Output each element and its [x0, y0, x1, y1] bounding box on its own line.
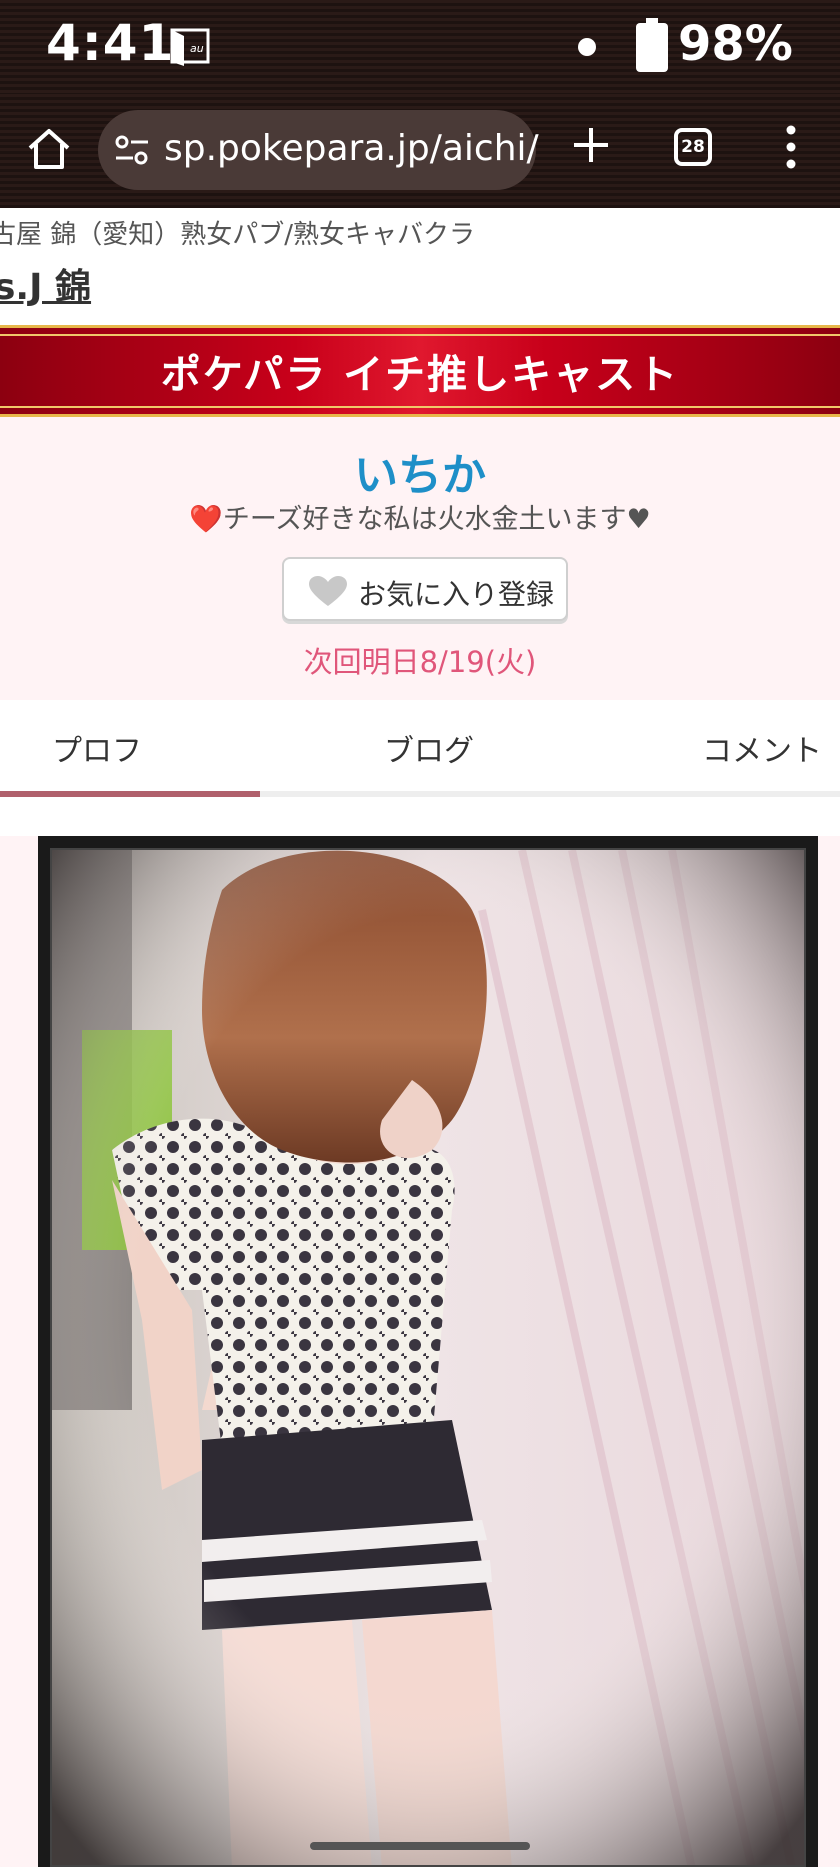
site-settings-icon[interactable]: [114, 132, 150, 168]
status-bar: 4:41 au 98%: [0, 0, 840, 94]
cast-name: いちか: [354, 450, 486, 501]
banner-title: ポケパラ イチ推しキャスト: [160, 352, 680, 398]
url-text: sp.pokepara.jp/aichi/: [164, 128, 539, 169]
profile-tabs: プロフ ブログ コメント: [0, 700, 840, 800]
notification-dot-icon: [578, 38, 596, 56]
address-bar[interactable]: sp.pokepara.jp/aichi/: [98, 110, 539, 190]
tab-switcher-button[interactable]: 28: [674, 128, 712, 166]
cast-photo-image: [52, 850, 804, 1865]
heart-icon: [309, 576, 347, 606]
cast-info: いちか ❤️チーズ好きな私は火水金土います♥ お気に入り登録 次回明日8/19(…: [0, 417, 840, 700]
more-menu-icon[interactable]: [778, 122, 804, 172]
tab-comment[interactable]: コメント: [702, 726, 822, 770]
browser-toolbar: sp.pokepara.jp/aichi/ 28: [0, 94, 840, 208]
cast-photo-frame[interactable]: [38, 836, 818, 1867]
photo-area: [0, 836, 840, 1867]
battery-percent: 98%: [678, 16, 793, 72]
carrier-icon: au: [170, 28, 210, 66]
svg-text:au: au: [190, 42, 204, 55]
tab-active-indicator: [0, 791, 260, 797]
status-time: 4:41: [46, 14, 175, 72]
shop-category: 古屋 錦（愛知）熟女パブ/熟女キャバクラ: [0, 220, 476, 250]
new-tab-icon[interactable]: [570, 124, 612, 166]
cast-photo: [50, 848, 806, 1867]
home-icon[interactable]: [26, 126, 72, 172]
battery-icon: [636, 18, 668, 72]
tab-profile[interactable]: プロフ: [52, 726, 142, 770]
shop-name-link[interactable]: s.J 錦: [0, 258, 91, 310]
favorite-button[interactable]: お気に入り登録: [282, 557, 568, 621]
favorite-label: お気に入り登録: [358, 578, 555, 611]
cast-catchphrase: ❤️チーズ好きな私は火水金土います♥: [189, 504, 651, 535]
tab-blog[interactable]: ブログ: [384, 726, 474, 770]
recommend-banner: ポケパラ イチ推しキャスト: [0, 325, 840, 417]
next-attendance: 次回明日8/19(火): [303, 645, 537, 679]
home-indicator[interactable]: [310, 1842, 530, 1850]
